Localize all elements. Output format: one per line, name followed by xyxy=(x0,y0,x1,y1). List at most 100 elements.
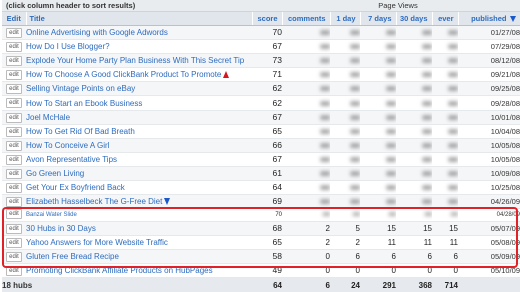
hub-title-link[interactable]: Elizabeth Hasselbeck The G-Free Diet xyxy=(26,197,162,206)
edit-button[interactable]: edit xyxy=(6,42,22,53)
hub-title-link[interactable]: Selling Vintage Points on eBay xyxy=(26,84,135,93)
hub-published-date: 10/01/08 xyxy=(458,110,520,125)
edit-button[interactable]: edit xyxy=(6,182,22,193)
hub-title-link[interactable]: How Do I Use Blogger? xyxy=(26,42,110,51)
edit-cell: edit xyxy=(2,25,26,41)
blurred-value: ■■ xyxy=(448,154,458,164)
edit-button[interactable]: edit xyxy=(6,140,22,151)
edit-button[interactable]: edit xyxy=(6,70,22,81)
hub-score: 68 xyxy=(252,221,282,236)
edit-button[interactable]: edit xyxy=(6,168,22,179)
col-header-published[interactable]: published xyxy=(458,12,520,26)
edit-button[interactable]: edit xyxy=(6,27,22,38)
col-header-1-day[interactable]: 1 day xyxy=(330,12,361,26)
col-header-ever[interactable]: ever xyxy=(432,12,459,26)
edit-button[interactable]: edit xyxy=(6,112,22,123)
hub-title-link[interactable]: How To Choose A Good ClickBank Product T… xyxy=(26,70,221,79)
blurred-value: ■■ xyxy=(422,56,432,66)
edit-cell: edit xyxy=(2,81,26,97)
hub-title-link[interactable]: How To Conceive A Girl xyxy=(26,141,109,150)
hub-comments-blurred: ■■ xyxy=(282,25,330,41)
hub-score: 66 xyxy=(252,138,282,153)
edit-button[interactable]: edit xyxy=(6,237,22,248)
hub-ever-blurred: ■■ xyxy=(432,208,458,222)
blurred-value: ■■ xyxy=(350,168,360,178)
table-row: edit Online Advertising with Google Adwor… xyxy=(2,25,520,41)
table-row: edit Get Your Ex Boyfriend Back 64 ■■ ■■ ■■ ■■… xyxy=(2,180,520,196)
hub-title-link[interactable]: Online Advertising with Google Adwords xyxy=(26,28,168,37)
hub-score: 70 xyxy=(252,208,282,222)
hub-30-days-blurred: ■■ xyxy=(396,180,432,196)
col-header-comments[interactable]: comments xyxy=(282,12,331,26)
blurred-value: ■■ xyxy=(422,42,432,52)
col-header-score[interactable]: score xyxy=(252,12,283,26)
hub-30-days-blurred: ■■ xyxy=(396,124,432,139)
col-header-title[interactable]: Title xyxy=(26,12,253,26)
blurred-value: ■■ xyxy=(320,112,330,122)
hub-score: 67 xyxy=(252,152,282,167)
hub-title-link[interactable]: Yahoo Answers for More Website Traffic xyxy=(26,238,168,247)
hub-1-day-blurred: ■■ xyxy=(330,67,360,83)
edit-button[interactable]: edit xyxy=(6,251,22,262)
hub-title-link[interactable]: Joel McHale xyxy=(26,113,70,122)
edit-button[interactable]: edit xyxy=(6,223,22,234)
edit-button[interactable]: edit xyxy=(6,209,22,220)
hub-score: 70 xyxy=(252,25,282,41)
hub-comments-blurred: ■■ xyxy=(282,180,330,196)
edit-button[interactable]: edit xyxy=(6,56,22,67)
edit-button[interactable]: edit xyxy=(6,98,22,109)
hub-title-link[interactable]: Explode Your Home Party Plan Business Wi… xyxy=(26,56,244,65)
hub-comments: 0 xyxy=(282,249,330,265)
edit-button[interactable]: edit xyxy=(6,266,22,277)
col-header-7-days[interactable]: 7 days xyxy=(360,12,397,26)
hub-title-link[interactable]: Promoting ClickBank Affiliate Products o… xyxy=(26,266,213,275)
hub-published-date: 07/29/08 xyxy=(458,39,520,55)
hub-title-link[interactable]: Banzai Water Slide xyxy=(26,212,77,218)
totals-row: 18 hubs 64 6 24 291 368 714 xyxy=(2,277,520,292)
hub-title-cell: Get Your Ex Boyfriend Back xyxy=(26,180,252,196)
hub-30-days-blurred: ■■ xyxy=(396,25,432,41)
hub-title-link[interactable]: Gluten Free Bread Recipe xyxy=(26,252,119,261)
edit-button[interactable]: edit xyxy=(6,197,22,208)
hub-comments-blurred: ■■ xyxy=(282,53,330,69)
hub-title-cell: How To Start an Ebook Business xyxy=(26,95,252,111)
col-header-30-days[interactable]: 30 days xyxy=(396,12,433,26)
hub-published-date: 10/05/08 xyxy=(458,138,520,153)
hub-title-link[interactable]: Go Green Living xyxy=(26,169,84,178)
hub-score: 69 xyxy=(252,194,282,210)
edit-button[interactable]: edit xyxy=(6,126,22,137)
hub-title-link[interactable]: Avon Representative Tips xyxy=(26,155,117,164)
col-header-edit[interactable]: Edit xyxy=(2,12,27,26)
total-score: 64 xyxy=(252,277,282,292)
blurred-value: ■■ xyxy=(386,183,396,193)
hub-published-date: 10/04/08 xyxy=(458,124,520,139)
hub-7-days-blurred: ■■ xyxy=(360,110,396,125)
hub-30-days-blurred: ■■ xyxy=(396,81,432,97)
edit-button[interactable]: edit xyxy=(6,84,22,95)
blurred-value: ■■ xyxy=(320,56,330,66)
blurred-value: ■■ xyxy=(350,70,360,80)
blurred-value: ■■ xyxy=(388,211,396,218)
hub-30-days: 15 xyxy=(396,221,432,236)
hub-title-link[interactable]: How To Start an Ebook Business xyxy=(26,99,142,108)
edit-cell: edit xyxy=(2,221,26,236)
blurred-value: ■■ xyxy=(448,84,458,94)
hub-7-days: 11 xyxy=(360,235,396,250)
blurred-value: ■■ xyxy=(422,126,432,136)
hub-title-link[interactable]: 30 Hubs in 30 Days xyxy=(26,224,96,233)
hub-title-cell: How Do I Use Blogger? xyxy=(26,39,252,55)
blurred-value: ■■ xyxy=(350,98,360,108)
hub-30-days: 11 xyxy=(396,235,432,250)
hub-title-link[interactable]: How To Get Rid Of Bad Breath xyxy=(26,127,135,136)
hub-7-days-blurred: ■■ xyxy=(360,166,396,182)
table-row: edit Promoting ClickBank Affiliate Produc… xyxy=(2,263,520,279)
hub-title-cell: Elizabeth Hasselbeck The G-Free Diet xyxy=(26,194,252,210)
hub-comments: 2 xyxy=(282,235,330,250)
hub-title-link[interactable]: Get Your Ex Boyfriend Back xyxy=(26,183,125,192)
blurred-value: ■■ xyxy=(320,98,330,108)
edit-cell: edit xyxy=(2,249,26,265)
edit-button[interactable]: edit xyxy=(6,154,22,165)
blurred-value: ■■ xyxy=(448,197,458,207)
hub-1-day-blurred: ■■ xyxy=(330,81,360,97)
hub-7-days-blurred: ■■ xyxy=(360,39,396,55)
